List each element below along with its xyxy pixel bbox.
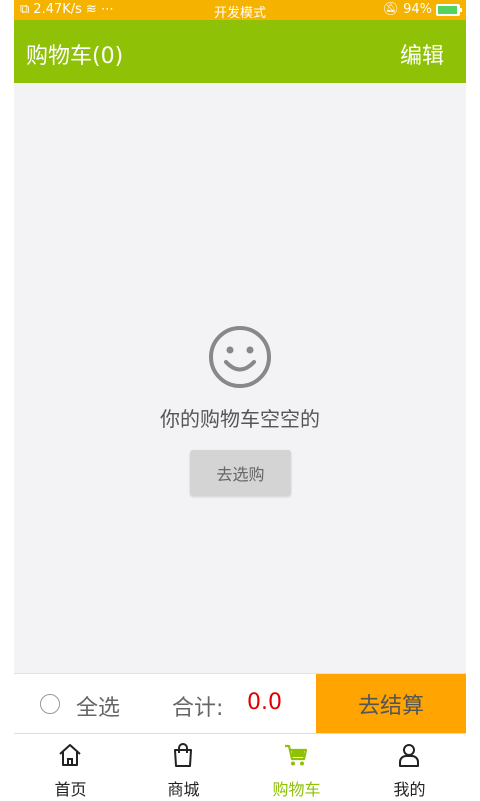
phone-screen: ⧉ 2.47K/s ≋ ⋯ 开发模式 🔕︎ 94% 购物车(0) 编辑 你的购物… — [14, 0, 466, 801]
total-value: 0.0 — [247, 690, 282, 715]
total-label: 合计: — [172, 696, 224, 721]
empty-cart-message: 你的购物车空空的 — [160, 407, 320, 431]
shopping-bag-icon — [174, 743, 192, 767]
cart-icon — [285, 744, 308, 766]
page-title: 购物车(0) — [26, 44, 124, 69]
tab-cart-label: 购物车 — [272, 780, 321, 799]
user-icon — [399, 744, 419, 767]
checkout-bar: 全选 合计: 0.0 去结算 — [14, 673, 466, 734]
edit-button[interactable]: 编辑 — [400, 38, 444, 70]
tab-home-label: 首页 — [54, 780, 87, 799]
tab-me[interactable]: 我的 — [353, 734, 466, 801]
home-icon — [59, 744, 81, 766]
select-all-radio[interactable] — [40, 694, 60, 714]
battery-percent: 94% — [403, 2, 432, 17]
tab-cart[interactable]: 购物车 — [240, 734, 353, 801]
mute-icon: 🔕︎ — [382, 2, 400, 17]
tab-mall-label: 商城 — [167, 780, 200, 799]
go-shopping-button[interactable]: 去选购 — [190, 450, 291, 496]
tab-mall[interactable]: 商城 — [127, 734, 240, 801]
status-bar: ⧉ 2.47K/s ≋ ⋯ 开发模式 🔕︎ 94% — [14, 0, 466, 21]
bottom-tab-bar: 首页 商城 购物车 我的 — [14, 733, 466, 801]
status-right: 🔕︎ 94% — [382, 2, 462, 17]
smiley-icon — [209, 326, 271, 388]
select-all-label[interactable]: 全选 — [76, 690, 120, 722]
checkout-button[interactable]: 去结算 — [316, 674, 466, 734]
app-header: 购物车(0) 编辑 — [14, 20, 466, 83]
tab-me-label: 我的 — [393, 780, 426, 799]
empty-cart-area: 你的购物车空空的 去选购 — [14, 83, 466, 673]
battery-icon — [436, 3, 462, 16]
tab-home[interactable]: 首页 — [14, 734, 127, 801]
